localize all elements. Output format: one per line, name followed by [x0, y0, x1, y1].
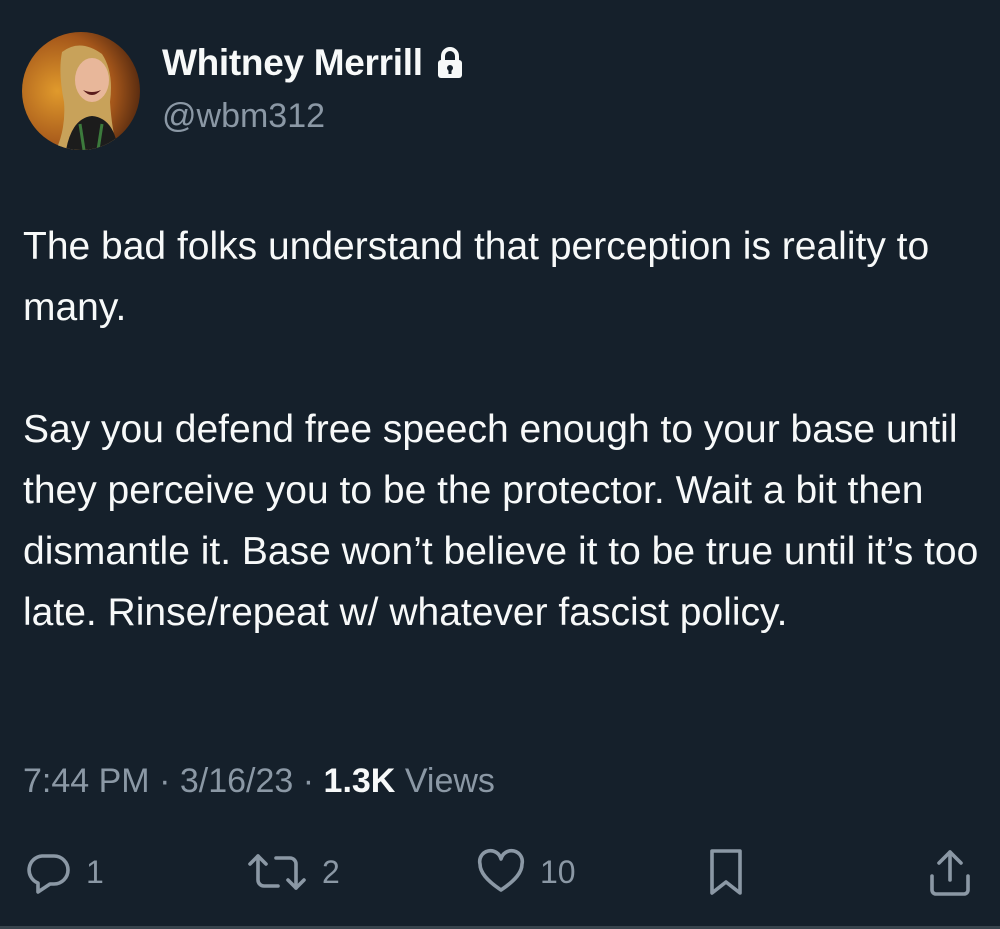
meta-separator: · [159, 762, 171, 800]
share-icon [926, 846, 974, 898]
tweet-meta: 7:44 PM · 3/16/23 · 1.3K Views [23, 762, 495, 801]
bookmark-button[interactable] [704, 842, 748, 902]
reply-icon [24, 848, 72, 896]
retweet-button[interactable]: 2 [246, 842, 340, 902]
author-name-row: Whitney Merrill [162, 42, 465, 84]
bookmark-icon [704, 846, 748, 898]
tweet-paragraph: The bad folks understand that perception… [23, 225, 930, 329]
reply-button[interactable]: 1 [24, 842, 104, 902]
tweet-time[interactable]: 7:44 PM [23, 762, 150, 800]
like-button[interactable]: 10 [476, 842, 576, 902]
retweet-icon [246, 848, 308, 896]
meta-separator: · [302, 762, 315, 800]
heart-icon [476, 848, 526, 896]
tweet-text: The bad folks understand that perception… [23, 216, 983, 643]
avatar[interactable] [22, 32, 140, 150]
share-button[interactable] [926, 842, 974, 902]
retweet-count: 2 [322, 853, 340, 890]
avatar-image [22, 32, 140, 150]
reply-count: 1 [86, 853, 104, 890]
action-bar: 1 2 10 [0, 842, 1000, 902]
views-label: Views [404, 762, 495, 800]
author-handle[interactable]: @wbm312 [162, 97, 325, 136]
views-count: 1.3K [323, 762, 396, 800]
display-name[interactable]: Whitney Merrill [162, 42, 423, 84]
tweet-card: Whitney Merrill @wbm312 The bad folks un… [0, 0, 1000, 929]
tweet-paragraph: Say you defend free speech enough to you… [23, 408, 979, 634]
tweet-date[interactable]: 3/16/23 [180, 762, 293, 800]
like-count: 10 [540, 853, 576, 890]
lock-icon [435, 46, 465, 80]
